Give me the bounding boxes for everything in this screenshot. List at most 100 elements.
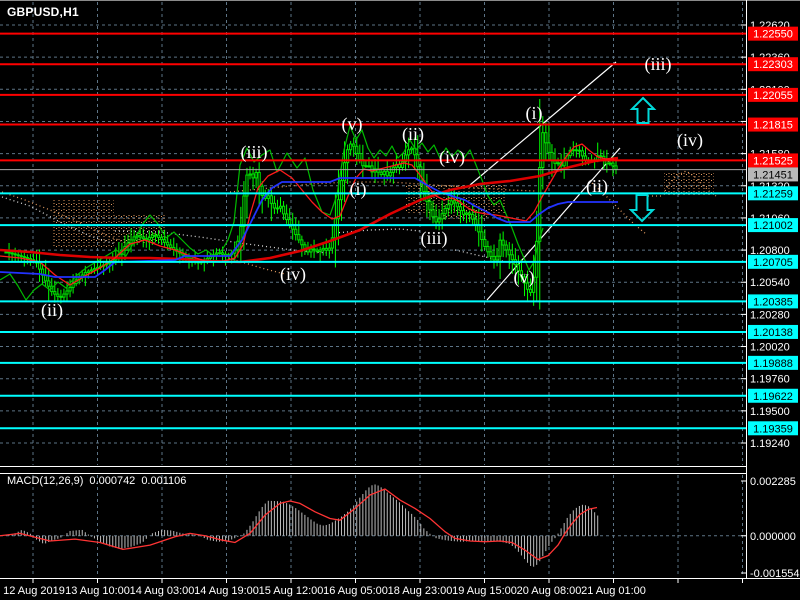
candle-body <box>571 149 575 152</box>
time-label: 20 Aug 08:00 <box>517 585 582 597</box>
macd-scale-label: 0.000000 <box>750 531 796 543</box>
time-label: 21 Aug 01:00 <box>581 585 646 597</box>
wave-label: (iv) <box>280 264 306 285</box>
candle-body <box>297 234 301 241</box>
candle-body <box>266 195 270 199</box>
chart-window: (ii) (iii) (iv) (i) (v) (ii) (iv) (iii) (v) (i) (i… <box>0 0 800 600</box>
candle-body <box>471 213 475 220</box>
candle-body <box>56 293 60 297</box>
candle-body <box>608 162 612 165</box>
price-scale[interactable]: 1.226201.223601.221001.218401.215801.213… <box>741 20 798 450</box>
macd-main-value: 0.000742 <box>89 475 136 487</box>
candle-body <box>275 207 280 210</box>
candle-body <box>166 241 170 246</box>
support-price-badge-text: 1.19359 <box>753 423 793 435</box>
candle-body <box>339 180 344 201</box>
wave-label: (iii) <box>241 142 268 163</box>
candle-body <box>22 256 26 259</box>
wave-label: (iii) <box>645 54 672 75</box>
candle-body <box>315 249 319 252</box>
candle-body <box>358 153 362 161</box>
price-tick-label: 1.19760 <box>750 374 790 386</box>
candle-body <box>333 218 337 239</box>
price-tick-label: 1.20280 <box>750 309 790 321</box>
candle-body <box>492 255 496 261</box>
candle-body <box>281 205 286 215</box>
candle-body <box>580 150 585 157</box>
candle-body <box>129 239 133 244</box>
grid <box>0 2 746 577</box>
wave-label: (iii) <box>421 228 448 249</box>
candle-body <box>159 236 164 241</box>
candle-body <box>16 254 20 257</box>
symbol-period-label: GBPUSD,H1 <box>7 5 79 19</box>
wave-label: (i) <box>526 103 543 124</box>
candle-body <box>86 270 90 274</box>
candle-body <box>443 208 447 215</box>
support-price-badge-text: 1.20385 <box>753 296 793 308</box>
candle-body <box>483 239 487 247</box>
cloud-dot-region <box>664 173 714 195</box>
candle-body <box>547 142 551 153</box>
candle-body <box>452 200 456 204</box>
macd-indicator-label: MACD(12,26,9) 0.000742 0.001106 <box>7 475 192 487</box>
candle-body <box>440 213 444 220</box>
support-price-badge-text: 1.19888 <box>753 358 793 370</box>
macd-name: MACD(12,26,9) <box>7 475 84 487</box>
candle-body <box>385 170 389 177</box>
candle-body <box>464 212 469 215</box>
support-price-badge-text: 1.21002 <box>753 220 793 232</box>
candle-body <box>138 235 142 238</box>
up-arrow-icon[interactable] <box>629 96 657 124</box>
candle-body <box>529 288 533 293</box>
candle-body <box>556 162 560 165</box>
chart-canvas[interactable]: (ii) (iii) (iv) (i) (v) (ii) (iv) (iii) (v) (i) (i… <box>0 0 800 600</box>
price-tick-label: 1.19500 <box>750 406 790 418</box>
candle-body <box>327 247 331 251</box>
candle-body <box>541 132 545 169</box>
wave-label: (ii) <box>586 176 608 197</box>
candle-body <box>65 290 69 295</box>
candle-body <box>147 236 151 241</box>
candle-body <box>153 234 158 237</box>
time-scale[interactable]: 12 Aug 2019 13 Aug 10:00 14 Aug 03:00 14 Au… <box>3 579 743 597</box>
price-tick-label: 1.20020 <box>750 342 790 354</box>
candle-body <box>141 236 145 240</box>
candle-body <box>407 149 411 156</box>
candle-body <box>431 209 435 218</box>
price-tick-label: 1.19240 <box>750 438 790 450</box>
candle-body <box>10 252 14 255</box>
time-label: 12 Aug 2019 <box>3 585 65 597</box>
candle-body <box>248 173 252 176</box>
candle-body <box>434 216 438 223</box>
candle-body <box>538 167 542 242</box>
candle-body <box>474 218 478 225</box>
resistance-price-badge-text: 1.22550 <box>753 29 793 41</box>
candle-body <box>364 165 368 168</box>
candle-body <box>501 239 505 246</box>
candle-body <box>611 162 615 167</box>
candle-body <box>53 291 57 295</box>
support-price-badge-text: 1.21259 <box>753 188 793 200</box>
wave-label: (iv) <box>439 147 465 168</box>
candle-body <box>428 200 432 211</box>
candle-body <box>480 231 484 240</box>
candle-body <box>156 234 161 238</box>
pane-frame <box>0 0 800 579</box>
time-label: 15 Aug 12:00 <box>259 585 324 597</box>
candle-body <box>489 251 493 257</box>
candle-body <box>449 200 453 206</box>
candle-body <box>68 286 72 292</box>
senkou-span-b-dotted <box>334 228 421 234</box>
candle-body <box>437 218 441 223</box>
candle-body <box>251 173 255 179</box>
macd-pane[interactable]: 0.002285 0.000000 -0.001554 <box>0 476 800 580</box>
candle-body <box>355 145 359 154</box>
resistance-price-badge-text: 1.22055 <box>753 90 793 102</box>
candle-body <box>388 171 392 177</box>
candle-body <box>312 248 316 251</box>
candle-body <box>367 165 371 168</box>
candle-body <box>455 202 459 208</box>
down-arrow-icon[interactable] <box>628 194 656 223</box>
candle-body <box>269 195 273 204</box>
